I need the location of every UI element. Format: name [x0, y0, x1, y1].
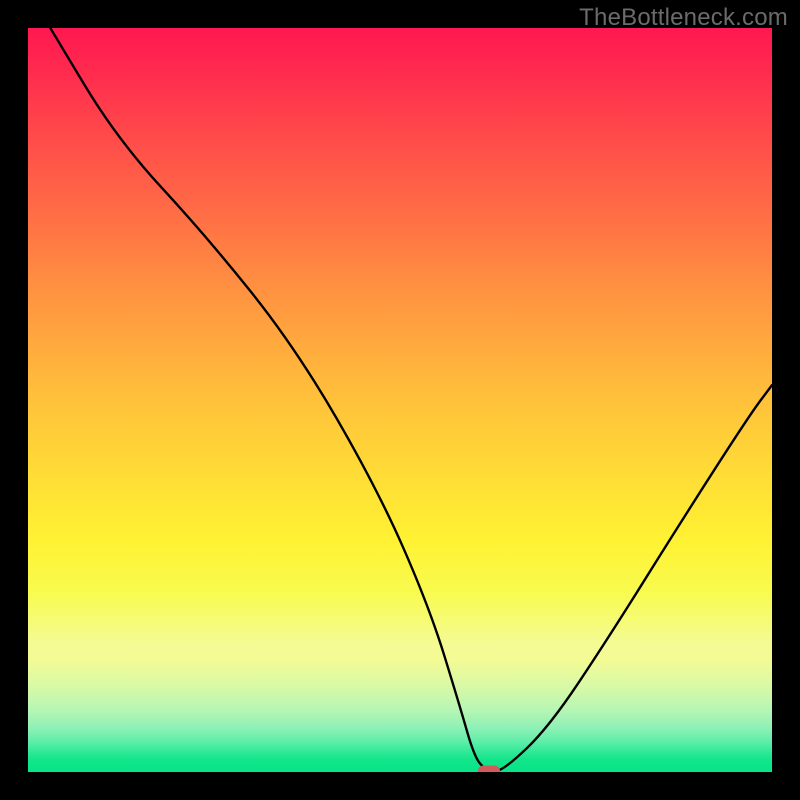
- plot-area: [28, 28, 772, 772]
- optimum-marker: [478, 766, 500, 773]
- watermark-label: TheBottleneck.com: [579, 4, 788, 32]
- bottleneck-curve: [28, 28, 772, 772]
- chart-frame: TheBottleneck.com: [0, 0, 800, 800]
- curve-path: [50, 28, 772, 771]
